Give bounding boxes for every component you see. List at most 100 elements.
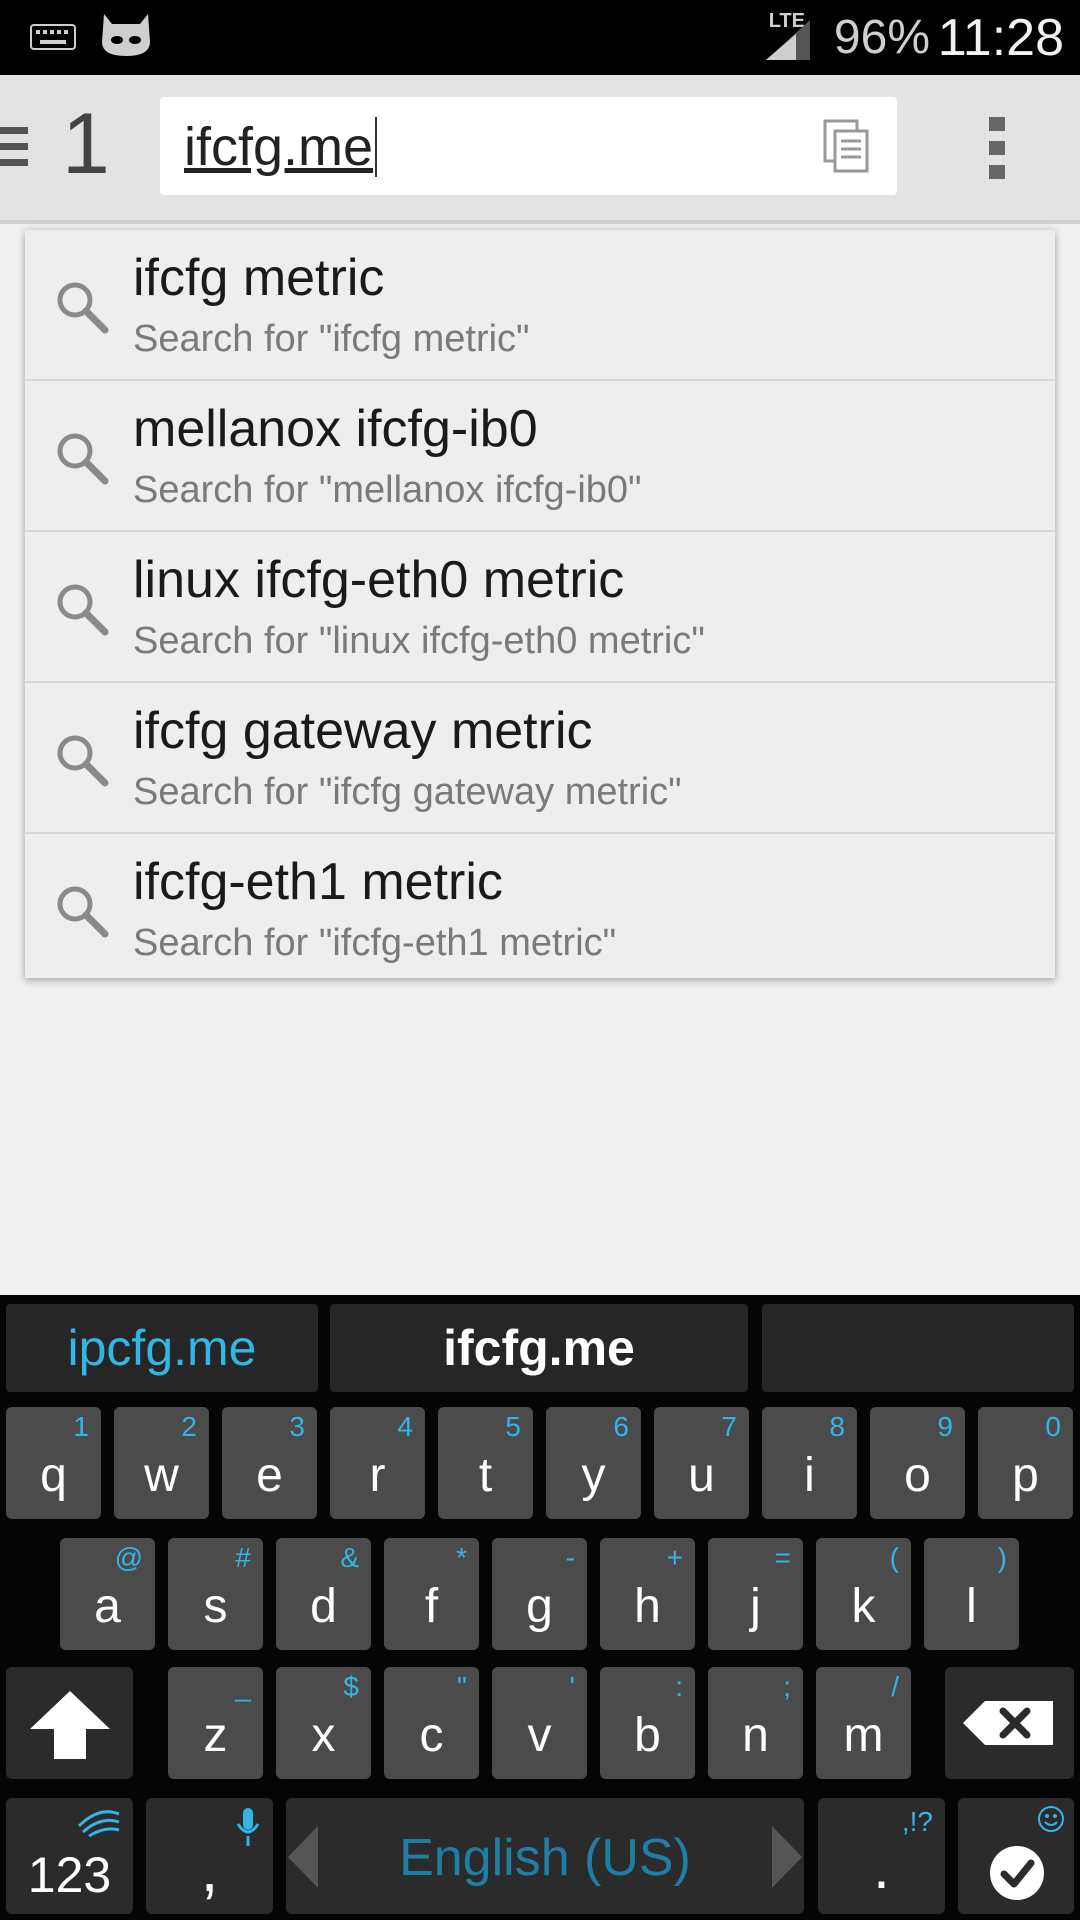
key-alt-label: 0: [1045, 1411, 1061, 1442]
key-t[interactable]: 5t: [438, 1407, 533, 1519]
key-alt-label: ;: [783, 1671, 791, 1702]
key-alt-label: 1: [73, 1411, 89, 1442]
key-alt-label: ": [457, 1671, 467, 1702]
key-o[interactable]: 9o: [870, 1407, 965, 1519]
key-alt-label: +: [666, 1542, 683, 1573]
candidate-suggestion-center[interactable]: ifcfg.me: [330, 1304, 748, 1392]
key-alt-label: ): [997, 1542, 1007, 1573]
key-alt-label: /: [891, 1671, 899, 1702]
key-p[interactable]: 0p: [978, 1407, 1073, 1519]
key-m[interactable]: / m: [816, 1667, 911, 1779]
keyboard-notification-icon: [30, 24, 76, 50]
suggestion-title: ifcfg gateway metric: [133, 702, 593, 760]
key-i[interactable]: 8i: [762, 1407, 857, 1519]
key-label: g: [526, 1580, 553, 1633]
key-e[interactable]: 3e: [222, 1407, 317, 1519]
numbers-key-label: 123: [27, 1847, 112, 1903]
key-z[interactable]: _ z: [168, 1667, 263, 1779]
key-f[interactable]: * f: [384, 1538, 479, 1650]
candidate-suggestion-right[interactable]: [762, 1304, 1074, 1392]
soft-keyboard: ipcfg.me ifcfg.me 1 q 2 w 3 e 4 r 5 t 6 y 7 u 8 i 9 o 0 p @ a…: [0, 1295, 1080, 1920]
key-h[interactable]: + h: [600, 1538, 695, 1650]
key-b[interactable]: :b: [600, 1667, 695, 1779]
search-icon: [53, 731, 109, 792]
key-q[interactable]: 1q: [6, 1407, 101, 1519]
key-alt-label: ': [569, 1671, 575, 1702]
search-icon: [53, 580, 109, 641]
key-label: d: [310, 1580, 337, 1633]
key-alt-label: &: [340, 1542, 359, 1573]
key-u[interactable]: 7u: [654, 1407, 749, 1519]
key-r[interactable]: 4r: [330, 1407, 425, 1519]
suggestion-item[interactable]: mellanox ifcfg-ib0 Search for "mellanox …: [25, 381, 1055, 532]
url-input[interactable]: ifcfg.me: [184, 117, 378, 177]
numbers-key[interactable]: 123: [6, 1798, 133, 1914]
key-label: k: [851, 1580, 876, 1633]
paste-icon[interactable]: [823, 119, 871, 175]
shift-key[interactable]: [6, 1667, 133, 1779]
clock: 11:28: [937, 9, 1064, 67]
key-alt-label: 5: [505, 1411, 521, 1442]
url-bar[interactable]: ifcfg.me: [160, 97, 897, 195]
key-alt-label: (: [889, 1542, 899, 1573]
key-label: q: [40, 1449, 67, 1502]
suggestion-subtitle: Search for "linux ifcfg-eth0 metric": [133, 620, 705, 662]
search-icon: [53, 278, 109, 339]
comma-key[interactable]: ,: [146, 1798, 273, 1914]
key-d[interactable]: & d: [276, 1538, 371, 1650]
key-label: t: [478, 1449, 493, 1502]
key-k[interactable]: (k: [816, 1538, 911, 1650]
key-alt-label: @: [114, 1542, 143, 1573]
key-alt-label: 2: [181, 1411, 197, 1442]
key-label: w: [144, 1449, 179, 1502]
key-label: r: [369, 1449, 386, 1502]
suggestion-subtitle: Search for "ifcfg-eth1 metric": [133, 922, 617, 964]
key-alt-label: *: [456, 1542, 467, 1573]
key-label: f: [424, 1580, 439, 1633]
comma-key-label: ,: [200, 1833, 219, 1905]
key-j[interactable]: = j: [708, 1538, 803, 1650]
key-c[interactable]: " c: [384, 1667, 479, 1779]
key-label: b: [634, 1709, 661, 1762]
suggestion-title: ifcfg-eth1 metric: [133, 853, 503, 911]
menu-drawer-icon[interactable]: [0, 125, 30, 169]
key-alt-label: 7: [721, 1411, 737, 1442]
suggestion-item[interactable]: ifcfg metric Search for "ifcfg metric": [25, 230, 1055, 381]
suggestion-item[interactable]: ifcfg gateway metric Search for "ifcfg g…: [25, 683, 1055, 834]
suggestion-subtitle: Search for "mellanox ifcfg-ib0": [133, 469, 642, 511]
status-bar: LTE 96% 11:28: [0, 0, 1080, 75]
key-v[interactable]: ' v: [492, 1667, 587, 1779]
key-alt-label: 9: [937, 1411, 953, 1442]
key-alt-label: =: [774, 1542, 791, 1573]
battery-percent: 96%: [833, 11, 930, 64]
suggestion-item[interactable]: linux ifcfg-eth0 metric Search for "linu…: [25, 532, 1055, 683]
period-key[interactable]: ,!? .: [818, 1798, 945, 1914]
key-w[interactable]: 2w: [114, 1407, 209, 1519]
key-y[interactable]: 6y: [546, 1407, 641, 1519]
signal-icon: [766, 20, 810, 60]
key-n[interactable]: ; n: [708, 1667, 803, 1779]
key-g[interactable]: -g: [492, 1538, 587, 1650]
key-x[interactable]: $ x: [276, 1667, 371, 1779]
backspace-key[interactable]: [945, 1667, 1074, 1779]
key-label: o: [904, 1449, 931, 1502]
search-icon: [53, 429, 109, 490]
key-alt-label: #: [235, 1542, 251, 1573]
suggestion-item[interactable]: ifcfg-eth1 metric Search for "ifcfg-eth1…: [25, 834, 1055, 983]
key-alt-label: 4: [397, 1411, 413, 1442]
swiftkey-logo-icon: [77, 1810, 120, 1838]
key-alt-label: $: [343, 1671, 359, 1702]
key-label: z: [203, 1709, 228, 1762]
candidate-suggestion-left[interactable]: ipcfg.me: [6, 1304, 318, 1392]
key-s[interactable]: # s: [168, 1538, 263, 1650]
enter-key[interactable]: [958, 1798, 1074, 1914]
key-alt-label: _: [235, 1671, 251, 1702]
key-a[interactable]: @ a: [60, 1538, 155, 1650]
space-key[interactable]: English (US): [286, 1798, 804, 1914]
key-label: p: [1012, 1449, 1039, 1502]
key-l[interactable]: ) l: [924, 1538, 1019, 1650]
tab-count[interactable]: 1: [62, 95, 110, 194]
overflow-menu-icon[interactable]: [985, 115, 1009, 181]
key-label: a: [94, 1580, 121, 1633]
period-key-label: .: [873, 1834, 890, 1901]
